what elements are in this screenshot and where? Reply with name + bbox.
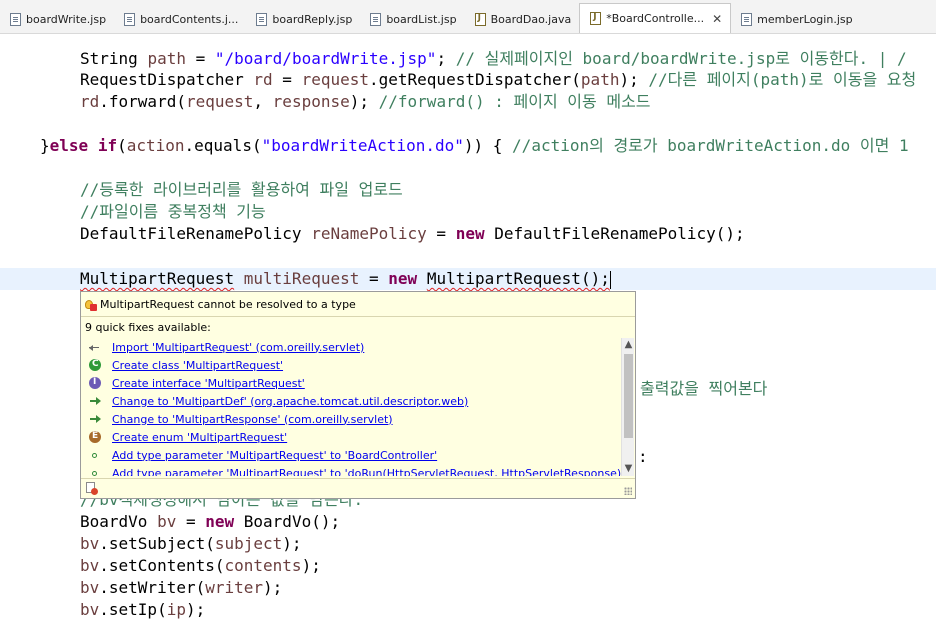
tab-boardcontroller-java[interactable]: *BoardControlle... ✕ [579,3,732,33]
quick-fix-popup: MultipartRequest cannot be resolved to a… [80,291,636,499]
tab-label: BoardDao.java [490,12,572,26]
divider [81,478,635,479]
scrollbar-thumb[interactable] [624,354,633,438]
code-line: rd.forward(request, response); //forward… [80,92,651,111]
resize-grip-icon[interactable] [624,487,632,495]
text-caret [609,270,611,289]
code-line: bv.setIp(ip); [80,600,206,619]
create-class-icon [89,359,101,371]
type-parameter-icon [89,467,101,476]
tab-label: *BoardControlle... [606,12,705,25]
quick-fix-count: 9 quick fixes available: [85,321,211,334]
code-line: bv.setContents(contents); [80,556,321,575]
tab-label: boardWrite.jsp [26,12,107,26]
tab-label: boardReply.jsp [272,12,353,26]
tab-boardlist-jsp[interactable]: boardList.jsp [360,5,464,33]
current-code-line: MultipartRequest multiRequest = new Mult… [0,268,936,290]
code-line: BoardVo bv = new BoardVo(); [80,512,341,531]
quick-fix-item[interactable]: Import 'MultipartRequest' (com.oreilly.s… [81,338,621,356]
code-line: 출력값을 찍어본다 [640,379,768,398]
quick-fix-list[interactable]: Import 'MultipartRequest' (com.oreilly.s… [81,338,621,476]
quick-fix-title: MultipartRequest cannot be resolved to a… [85,298,356,311]
error-type-token[interactable]: MultipartRequest [427,269,581,288]
tab-label: memberLogin.jsp [757,12,853,26]
jsp-file-icon [256,12,268,26]
create-interface-icon [89,377,101,389]
scroll-up-arrow-icon[interactable]: ▲ [623,339,634,351]
import-icon [89,341,101,353]
quick-fix-error-message: MultipartRequest cannot be resolved to a… [100,298,356,311]
tab-memberlogin-jsp[interactable]: memberLogin.jsp [731,5,860,33]
tab-boardwrite-jsp[interactable]: boardWrite.jsp [0,5,114,33]
editor-tab-bar: boardWrite.jsp boardContents.j... boardR… [0,0,936,34]
quick-fix-item[interactable]: Change to 'MultipartResponse' (com.oreil… [81,410,621,428]
jsp-file-icon [124,12,136,26]
tab-boardreply-jsp[interactable]: boardReply.jsp [246,5,360,33]
quick-fix-scrollbar[interactable]: ▲ ▼ [621,338,634,476]
code-line: String path = "/board/boardWrite.jsp"; /… [80,49,907,68]
scroll-down-arrow-icon[interactable]: ▼ [623,463,634,475]
jsp-file-icon [370,12,382,26]
code-line: //파일이름 중복정책 기능 [80,202,266,221]
tab-boardcontents-jsp[interactable]: boardContents.j... [114,5,246,33]
quick-fix-item[interactable]: Add type parameter 'MultipartRequest' to… [81,464,621,476]
divider [81,316,635,317]
code-line: bv.setSubject(subject); [80,534,302,553]
quick-fix-item[interactable]: Change to 'MultipartDef' (org.apache.tom… [81,392,621,410]
tab-label: boardContents.j... [140,12,239,26]
jsp-file-icon [741,12,753,26]
code-line: }else if(action.equals("boardWriteAction… [40,136,909,155]
change-to-icon [89,413,101,425]
code-line: DefaultFileRenamePolicy reNamePolicy = n… [80,224,745,243]
tab-boarddao-java[interactable]: BoardDao.java [465,5,580,33]
quick-fix-item[interactable]: Create class 'MultipartRequest' [81,356,621,374]
tab-label: boardList.jsp [386,12,457,26]
java-file-icon [474,12,486,26]
change-to-icon [89,395,101,407]
type-parameter-icon [89,449,101,461]
error-type-token[interactable]: MultipartRequest [80,269,234,288]
quick-fix-item[interactable]: Add type parameter 'MultipartRequest' to… [81,446,621,464]
quick-fix-item[interactable]: Create interface 'MultipartRequest' [81,374,621,392]
java-file-icon [590,12,602,25]
create-enum-icon [89,431,101,443]
error-bulb-icon [85,299,97,311]
code-line: RequestDispatcher rd = request.getReques… [80,70,917,89]
jsp-file-icon [10,12,21,26]
quick-fix-item[interactable]: Create enum 'MultipartRequest' [81,428,621,446]
code-line: //등록한 라이브러리를 활용하여 파일 업로드 [80,180,403,199]
close-tab-icon[interactable]: ✕ [712,12,722,26]
open-in-dialog-icon[interactable] [86,482,98,495]
code-line: : [638,447,648,466]
code-line: bv.setWriter(writer); [80,578,283,597]
